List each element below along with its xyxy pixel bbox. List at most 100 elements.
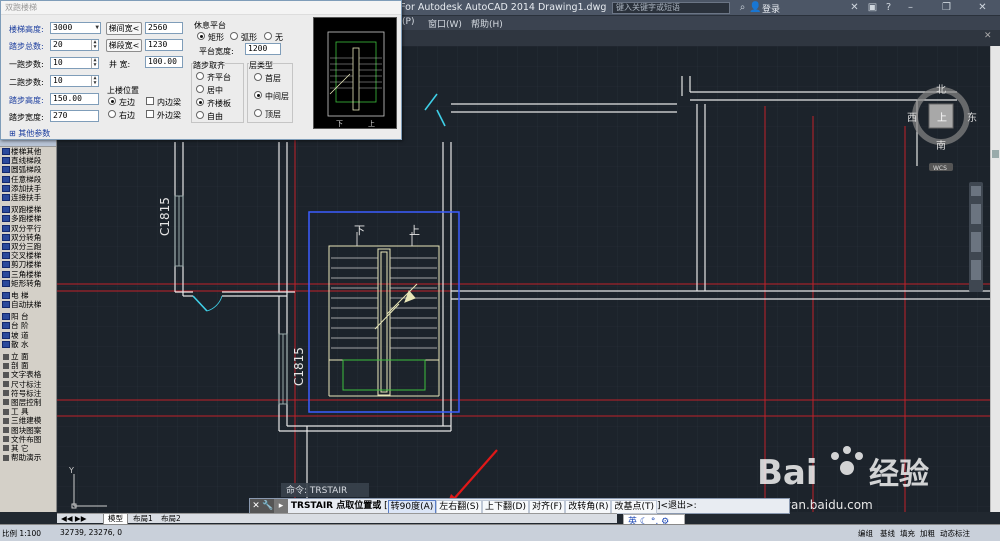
palette-item[interactable]: 连接扶手 — [0, 193, 56, 202]
spinner-icon[interactable]: ▲ ▼ — [91, 58, 98, 68]
command-prompt-icon[interactable]: ▸ — [274, 499, 288, 513]
chevron-down-icon[interactable]: ▼ — [95, 23, 99, 33]
palette-item[interactable]: 交叉楼梯 — [0, 251, 56, 260]
inner-beam-checkbox[interactable] — [146, 97, 154, 105]
well-width-input[interactable]: 100.00 — [145, 56, 183, 68]
flight1-input[interactable]: 10 ▲ ▼ — [50, 57, 99, 69]
align-platform-radio[interactable] — [196, 72, 204, 80]
palette-item[interactable]: 双跑楼梯 — [0, 205, 56, 214]
minimize-icon[interactable]: – — [904, 2, 917, 14]
compass-north[interactable]: 北 — [936, 84, 946, 96]
landing-arc-radio[interactable] — [230, 32, 238, 40]
option-flip-lr[interactable]: 左右翻(S) — [436, 500, 483, 514]
exchange-icon[interactable]: ✕ — [848, 2, 861, 14]
palette-item[interactable]: 阳 台 — [0, 312, 56, 321]
palette-item[interactable]: 文件布图 — [0, 435, 56, 444]
status-toggle-group[interactable]: 编组 — [858, 528, 873, 539]
option-change-base[interactable]: 改基点(T) — [611, 500, 657, 514]
palette-item[interactable]: 坡 道 — [0, 331, 56, 340]
status-toggle-baseline[interactable]: 基线 — [880, 528, 895, 539]
left-radio[interactable] — [108, 97, 116, 105]
palette-item[interactable]: 图层控制 — [0, 398, 56, 407]
status-toggle-fill[interactable]: 填充 — [900, 528, 915, 539]
palette-item[interactable]: 文字表格 — [0, 370, 56, 379]
option-flip-ud[interactable]: 上下翻(D) — [482, 500, 529, 514]
landing-none-radio[interactable] — [264, 32, 272, 40]
option-change-angle[interactable]: 改转角(R) — [565, 500, 612, 514]
help-icon[interactable]: ? — [882, 2, 895, 14]
landing-width-input[interactable]: 1200 — [245, 43, 281, 55]
navigation-bar[interactable] — [969, 182, 983, 292]
palette-item[interactable]: 添加扶手 — [0, 184, 56, 193]
palette-item[interactable]: 其 它 — [0, 444, 56, 453]
palette-item[interactable]: 矩形转角 — [0, 279, 56, 288]
tab-layout2[interactable]: 布局2 — [157, 514, 185, 524]
palette-item[interactable]: 三角楼梯 — [0, 269, 56, 279]
palette-item[interactable]: 双分平行 — [0, 224, 56, 233]
align-slab-radio[interactable] — [196, 98, 204, 106]
align-free-radio[interactable] — [196, 111, 204, 119]
flight2-input[interactable]: 10 ▲ ▼ — [50, 75, 99, 87]
palette-item[interactable]: 尺寸标注 — [0, 380, 56, 389]
palette-item[interactable]: 散 水 — [0, 340, 56, 349]
floor-middle-radio[interactable] — [254, 91, 262, 99]
viewport-close-icon[interactable]: ✕ — [984, 31, 994, 41]
palette-item[interactable]: 图块图案 — [0, 425, 56, 435]
menu-item-window[interactable]: 窗口(W) — [428, 17, 462, 30]
palette-item[interactable]: 双分三跑 — [0, 242, 56, 251]
binoculars-icon[interactable]: ⌕ — [736, 2, 749, 14]
compass-west[interactable]: 西 — [907, 113, 917, 124]
palette-item[interactable]: 符号标注 — [0, 389, 56, 398]
palette-item[interactable]: 立 面 — [0, 352, 56, 361]
wcs-menu[interactable]: WCS — [933, 165, 947, 172]
palette-item[interactable]: 楼梯其他 — [0, 147, 56, 156]
user-icon[interactable]: 👤 — [749, 2, 762, 14]
palette-item[interactable]: 三维建模 — [0, 416, 56, 425]
palette-item[interactable]: 剪刀楼梯 — [0, 260, 56, 269]
palette-item[interactable]: 剖 面 — [0, 361, 56, 370]
landing-rect-radio[interactable] — [197, 32, 205, 40]
compass-east[interactable]: 东 — [967, 111, 977, 124]
right-radio[interactable] — [108, 110, 116, 118]
palette-item[interactable]: 多跑楼梯 — [0, 214, 56, 223]
option-align[interactable]: 对齐(F) — [528, 500, 566, 514]
align-center-radio[interactable] — [196, 85, 204, 93]
vertical-scrollbar[interactable] — [990, 46, 1000, 512]
flight-width-input[interactable]: 1230 — [145, 39, 183, 51]
wrench-icon[interactable]: 🔧 — [262, 499, 274, 513]
palette-item[interactable]: 圆弧梯段 — [0, 165, 56, 174]
close-icon[interactable]: ✕ — [976, 2, 989, 14]
flight-width-button[interactable]: 梯段宽< — [106, 39, 142, 52]
palette-item[interactable]: 双分转角 — [0, 233, 56, 242]
palette-item[interactable]: 工 具 — [0, 407, 56, 416]
expand-icon[interactable]: ⊞ — [9, 129, 16, 138]
close-icon[interactable]: ✕ — [250, 499, 262, 513]
stair-height-select[interactable]: 3000 ▼ — [50, 22, 101, 34]
palette-item[interactable]: 自动扶梯 — [0, 300, 56, 309]
search-input[interactable]: 键入关键字或短语 — [612, 2, 730, 14]
palette-item[interactable]: 任意梯段 — [0, 175, 56, 184]
more-params-toggle[interactable]: ⊞ 其他参数 — [9, 128, 50, 139]
riser-input[interactable]: 150.00 — [50, 93, 99, 105]
floor-first-radio[interactable] — [254, 73, 262, 81]
palette-item[interactable]: 直线梯段 — [0, 156, 56, 165]
tab-layout1[interactable]: 布局1 — [129, 514, 157, 524]
floor-top-radio[interactable] — [254, 109, 262, 117]
palette-item[interactable]: 帮助演示 — [0, 453, 56, 462]
spinner-icon[interactable]: ▲ ▼ — [91, 76, 98, 86]
total-steps-input[interactable]: 20 ▲ ▼ — [50, 39, 99, 51]
login-button[interactable]: 登录 — [762, 2, 780, 15]
view-cube-top[interactable]: 上 — [937, 112, 947, 124]
spinner-icon[interactable]: ▲ ▼ — [91, 40, 98, 50]
tab-nav-icon[interactable]: ◀◀ ▶▶ — [61, 514, 86, 524]
option-rotate-90[interactable]: 转90度(A) — [387, 500, 437, 514]
status-toggle-dynamic[interactable]: 动态标注 — [940, 528, 970, 539]
stairwell-width-input[interactable]: 2560 — [145, 22, 183, 34]
app-store-icon[interactable]: ▣ — [866, 2, 879, 14]
palette-item[interactable]: 电 梯 — [0, 291, 56, 300]
menu-item-p[interactable]: (P) — [402, 17, 414, 27]
compass-south[interactable]: 南 — [936, 139, 946, 152]
tread-input[interactable]: 270 — [50, 110, 99, 122]
command-line[interactable]: ✕ 🔧 ▸ TRSTAIR 点取位置或 [转90度(A) 左右翻(S) 上下翻(D) 对齐… — [249, 498, 790, 514]
scale-display[interactable]: 比例 1:100 — [2, 528, 41, 539]
